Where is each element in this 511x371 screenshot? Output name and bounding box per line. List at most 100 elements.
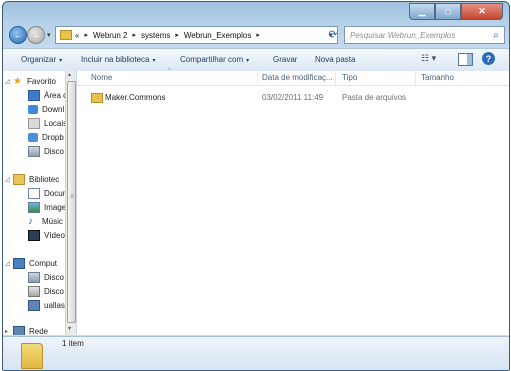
column-type[interactable]: Tipo	[342, 73, 357, 82]
minimize-button[interactable]: ▁	[409, 3, 435, 20]
column-divider[interactable]	[335, 71, 336, 85]
network-icon	[13, 325, 25, 335]
address-bar[interactable]: « ▸ Webrun 2 ▸ systems ▸ Webrun_Exemplos…	[55, 26, 338, 44]
breadcrumb-webrun2[interactable]: Webrun 2	[93, 31, 128, 40]
collapse-icon[interactable]: ◿	[5, 176, 13, 183]
nav-item-recent-places[interactable]: Locais	[28, 117, 67, 129]
nav-item-desktop[interactable]: Área d	[28, 89, 68, 101]
file-type: Pasta de arquivos	[342, 93, 407, 102]
file-name: Maker.Commons	[105, 93, 166, 102]
include-in-library-button[interactable]: Incluir na biblioteca ▾	[81, 55, 156, 64]
breadcrumb-webrun-exemplos[interactable]: Webrun_Exemplos	[184, 31, 251, 40]
collapse-icon[interactable]: ◿	[5, 78, 13, 85]
nav-group-label: Bibliotec	[29, 174, 60, 184]
column-headers: ^ Nome Data de modificaç... Tipo Tamanho	[77, 68, 509, 86]
share-with-button[interactable]: Compartilhar com ▾	[180, 55, 249, 64]
drive-icon	[28, 285, 40, 297]
folder-icon	[60, 30, 72, 40]
breadcrumb-systems[interactable]: systems	[141, 31, 170, 40]
nav-item-local-disk-c[interactable]: Disco l	[28, 271, 68, 283]
column-divider[interactable]	[415, 71, 416, 85]
nav-item-dropbox[interactable]: Dropb	[28, 131, 64, 143]
column-size[interactable]: Tamanho	[421, 73, 454, 82]
search-icon[interactable]: ⌕	[488, 30, 504, 41]
nav-item-network-drive[interactable]: uallasf	[28, 299, 67, 311]
scroll-up-icon[interactable]: ▴	[68, 71, 71, 78]
preview-pane-icon[interactable]	[458, 53, 473, 66]
help-icon[interactable]: ?	[482, 52, 495, 65]
nav-scrollbar[interactable]: ▴ ≡ ▾	[65, 71, 76, 335]
nav-group-computer[interactable]: ◿ Comput	[5, 257, 57, 269]
folder-icon	[21, 343, 43, 369]
nav-item-downloads[interactable]: Downl	[28, 103, 64, 115]
organize-label: Organizar	[21, 55, 57, 64]
nav-group-libraries[interactable]: ◿ Bibliotec	[5, 173, 59, 185]
nav-group-label: Favorito	[27, 76, 56, 86]
sort-indicator-icon: ^	[168, 68, 171, 74]
nav-item-videos[interactable]: Vídeos	[28, 229, 69, 241]
new-folder-button[interactable]: Nova pasta	[315, 55, 355, 64]
nav-item-pictures[interactable]: Image	[28, 201, 66, 213]
nav-group-favorites[interactable]: ◿ ★ Favorito	[5, 75, 56, 87]
downloads-icon	[28, 104, 38, 114]
close-button[interactable]: ✕	[461, 3, 503, 20]
column-divider[interactable]	[257, 71, 258, 85]
nav-group-label: Comput	[29, 258, 58, 268]
navigation-bar: ← → ▾ « ▸ Webrun 2 ▸ systems ▸ Webrun_Ex…	[3, 22, 509, 46]
scroll-thumb[interactable]: ≡	[67, 81, 76, 323]
nav-item-label: Dropb	[42, 132, 64, 142]
videos-icon	[28, 229, 40, 241]
include-label: Incluir na biblioteca	[81, 55, 150, 64]
documents-icon	[28, 187, 40, 199]
desktop-icon	[28, 89, 40, 101]
breadcrumb-separator[interactable]: ▸	[175, 31, 179, 39]
organize-button[interactable]: Organizar ▾	[21, 55, 62, 64]
nav-item-label: Locais	[44, 118, 68, 128]
back-button[interactable]: ←	[9, 26, 27, 44]
chevron-down-icon: ▾	[59, 58, 63, 64]
nav-item-music[interactable]: ♪ Músic	[28, 215, 63, 227]
nav-item-documents[interactable]: Docun	[28, 187, 67, 199]
search-box[interactable]: Pesquisar Webrun_Exemplos ⌕	[344, 26, 505, 44]
search-input[interactable]: Pesquisar Webrun_Exemplos	[345, 31, 488, 40]
nav-group-network[interactable]: ▸ Rede	[5, 325, 48, 335]
recent-places-icon	[28, 117, 40, 129]
share-label: Compartilhar com	[180, 55, 244, 64]
file-list: ^ Nome Data de modificaç... Tipo Tamanho…	[77, 68, 509, 335]
star-icon: ★	[13, 75, 22, 87]
nav-item-label: Downl	[42, 104, 65, 114]
table-row[interactable]: Maker.Commons 03/02/2011 11:49 Pasta de …	[87, 91, 497, 105]
nav-item-local-disk[interactable]: Disco l	[28, 145, 68, 157]
folder-icon	[91, 93, 103, 103]
breadcrumb-separator[interactable]: ▸	[84, 31, 88, 39]
nav-group-label: Rede	[29, 326, 49, 336]
refresh-icon[interactable]: ⟳	[325, 26, 341, 42]
nav-item-local-disk-d[interactable]: Disco l	[28, 285, 68, 297]
music-icon: ♪	[28, 215, 33, 227]
column-name[interactable]: Nome	[91, 73, 112, 82]
details-pane: 1 item	[3, 336, 509, 370]
collapse-icon[interactable]: ◿	[5, 260, 13, 267]
nav-item-label: Image	[44, 202, 67, 212]
caption-buttons: ▁ □ ✕	[409, 3, 503, 20]
recent-pages-icon[interactable]: ▾	[47, 31, 51, 39]
breadcrumb-separator[interactable]: ▸	[256, 31, 260, 39]
dropbox-icon	[28, 132, 38, 142]
scroll-down-icon[interactable]: ▾	[68, 325, 71, 332]
network-drive-icon	[28, 299, 40, 311]
nav-item-label: uallasf	[44, 300, 68, 310]
expand-icon[interactable]: ▸	[5, 328, 13, 335]
pictures-icon	[28, 201, 40, 213]
computer-icon	[13, 257, 25, 269]
disk-icon	[28, 145, 40, 157]
burn-button[interactable]: Gravar	[273, 55, 297, 64]
column-date-modified[interactable]: Data de modificaç...	[262, 73, 333, 82]
maximize-button[interactable]: □	[435, 3, 461, 20]
file-date: 03/02/2011 11:49	[262, 93, 324, 102]
views-icon[interactable]: ☷ ▾	[421, 53, 436, 64]
disk-icon	[28, 271, 40, 283]
breadcrumb-separator[interactable]: ▸	[133, 31, 137, 39]
breadcrumb-overflow[interactable]: «	[75, 31, 79, 40]
forward-button[interactable]: →	[27, 26, 45, 44]
library-icon	[13, 173, 25, 185]
